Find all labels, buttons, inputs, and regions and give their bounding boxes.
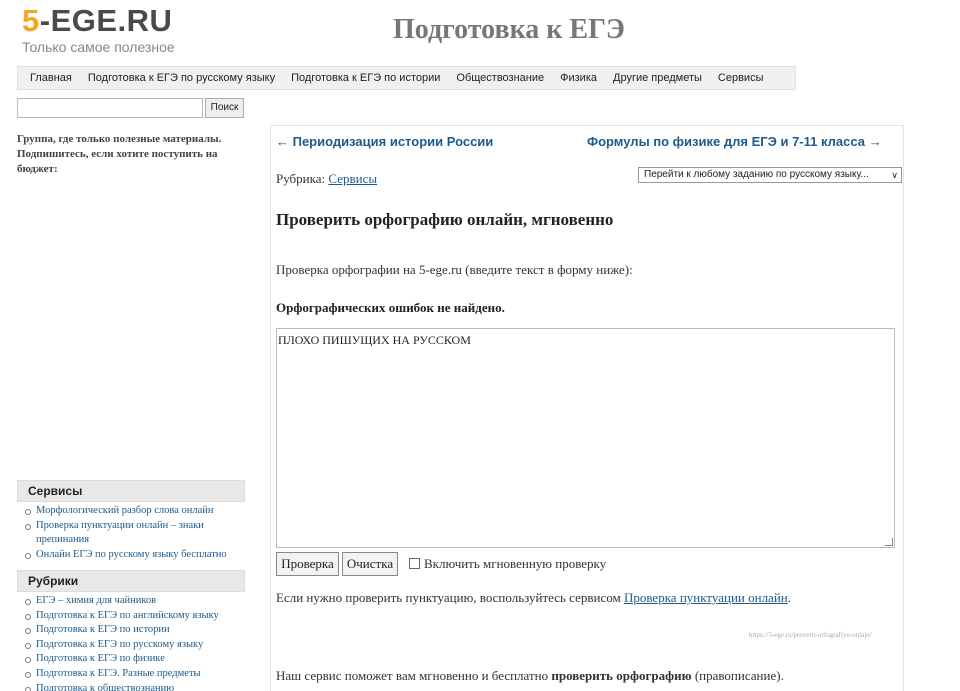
nav-item-home[interactable]: Главная <box>22 72 80 84</box>
spellcheck-textarea[interactable]: ПЛОХО ПИШУЩИХ НА РУССКОМ <box>276 328 895 548</box>
rubrics-link-various[interactable]: Подготовка к ЕГЭ. Разные предметы <box>23 667 238 682</box>
service-description-start: Наш сервис поможет вам мгновенно и беспл… <box>276 668 549 683</box>
rubrics-list: ЕГЭ – химия для чайников Подготовка к ЕГ… <box>23 594 238 691</box>
logo-tagline: Только самое полезное <box>22 39 175 55</box>
nav-item-russian[interactable]: Подготовка к ЕГЭ по русскому языку <box>80 72 283 84</box>
main-navigation: Главная Подготовка к ЕГЭ по русскому язы… <box>17 66 796 90</box>
punctuation-hint-period: . <box>787 590 791 605</box>
services-link-online-ege[interactable]: Онлайн ЕГЭ по русскому языку бесплатно <box>23 548 238 563</box>
instant-check-label[interactable]: Включить мгновенную проверку <box>424 556 606 572</box>
rubrics-link-social[interactable]: Подготовка к обществознанию <box>23 682 238 691</box>
nav-item-physics[interactable]: Физика <box>552 72 605 84</box>
next-post-link[interactable]: Формулы по физике для ЕГЭ и 7-11 класса … <box>587 134 882 149</box>
punctuation-hint: Если нужно проверить пунктуацию, восполь… <box>276 590 791 606</box>
rubrics-widget-title: Рубрики <box>17 570 245 592</box>
sidebar-group-text: Группа, где только полезные материалы. П… <box>17 133 222 175</box>
services-list: Морфологический разбор слова онлайн Пров… <box>23 504 238 562</box>
logo-text: 5-EGE.RU <box>22 4 175 38</box>
clear-button[interactable]: Очистка <box>342 552 398 576</box>
resize-handle-icon[interactable] <box>885 538 893 546</box>
page-title: Проверить орфографию онлайн, мгновенно <box>276 210 614 229</box>
textarea-content: ПЛОХО ПИШУЩИХ НА РУССКОМ <box>278 333 471 347</box>
prev-post-link[interactable]: ← Периодизация истории России <box>276 134 493 149</box>
logo-domain: -EGE.RU <box>39 3 173 38</box>
rubrics-link-chemistry[interactable]: ЕГЭ – химия для чайников <box>23 594 238 609</box>
check-result: Орфографических ошибок не найдено. <box>276 300 505 315</box>
site-title: Подготовка к ЕГЭ <box>393 14 625 45</box>
service-description: Наш сервис поможет вам мгновенно и беспл… <box>276 668 784 684</box>
check-button[interactable]: Проверка <box>276 552 339 576</box>
search-input[interactable] <box>17 98 203 118</box>
nav-item-history[interactable]: Подготовка к ЕГЭ по истории <box>283 72 448 84</box>
search-button[interactable]: Поиск <box>205 98 244 118</box>
nav-item-other-subjects[interactable]: Другие предметы <box>605 72 710 84</box>
rubrics-link-physics[interactable]: Подготовка к ЕГЭ по физике <box>23 652 238 667</box>
task-select-value: Перейти к любому заданию по русскому язы… <box>644 169 869 180</box>
rubrics-link-history[interactable]: Подготовка к ЕГЭ по истории <box>23 623 238 638</box>
rubric-link[interactable]: Сервисы <box>328 171 377 186</box>
nav-item-social-studies[interactable]: Обществознание <box>448 72 552 84</box>
intro-text: Проверка орфографии на 5-ege.ru (введите… <box>276 262 633 277</box>
service-description-end: (правописание). <box>694 668 784 683</box>
nav-item-services[interactable]: Сервисы <box>710 72 772 84</box>
punctuation-service-link[interactable]: Проверка пунктуации онлайн <box>624 590 788 605</box>
site-logo[interactable]: 5-EGE.RU Только самое полезное <box>22 4 175 56</box>
services-link-morphology[interactable]: Морфологический разбор слова онлайн <box>23 504 238 519</box>
services-widget-title: Сервисы <box>17 480 245 502</box>
instant-check-checkbox[interactable] <box>409 558 420 569</box>
service-description-bold: проверить орфографию <box>551 668 692 683</box>
rubrics-link-russian[interactable]: Подготовка к ЕГЭ по русскому языку <box>23 638 238 653</box>
rubric-label: Рубрика: <box>276 171 326 186</box>
chevron-down-icon: ∨ <box>891 170 898 180</box>
services-link-punctuation[interactable]: Проверка пунктуации онлайн – знаки препи… <box>23 519 238 548</box>
punctuation-hint-text: Если нужно проверить пунктуацию, восполь… <box>276 590 621 605</box>
logo-number: 5 <box>22 3 40 38</box>
rubric-line: Рубрика: Сервисы <box>276 171 377 187</box>
rubrics-link-english[interactable]: Подготовка к ЕГЭ по английскому языку <box>23 609 238 624</box>
page-url-note: https://5-ege.ru/proverit-orfografiyu-on… <box>749 631 872 639</box>
task-select-dropdown[interactable]: Перейти к любому заданию по русскому язы… <box>638 167 902 183</box>
